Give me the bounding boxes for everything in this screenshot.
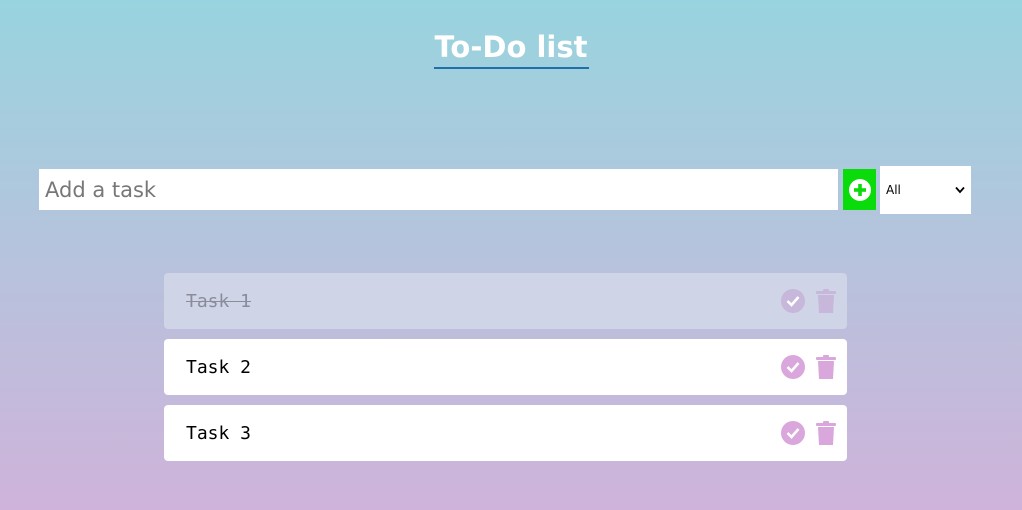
filter-selected-value: All (886, 183, 901, 197)
check-icon (786, 428, 800, 439)
task-label: Task 3 (186, 422, 252, 444)
filter-select[interactable]: All (880, 166, 971, 214)
complete-task-button[interactable] (781, 355, 805, 379)
task-item: Task 1 (164, 273, 847, 329)
delete-task-button[interactable] (815, 354, 837, 380)
task-list: Task 1 Task 2 Task 3 (164, 273, 847, 471)
add-task-button[interactable] (843, 169, 876, 210)
page-title: To-Do list (0, 28, 1022, 69)
trash-icon (816, 421, 836, 445)
check-icon (786, 362, 800, 373)
complete-task-button[interactable] (781, 421, 805, 445)
delete-task-button[interactable] (815, 420, 837, 446)
task-input[interactable] (39, 169, 838, 210)
task-label: Task 2 (186, 356, 252, 378)
page-title-text: To-Do list (433, 28, 589, 69)
task-label: Task 1 (186, 290, 252, 312)
trash-icon (816, 355, 836, 379)
task-item: Task 3 (164, 405, 847, 461)
delete-task-button[interactable] (815, 288, 837, 314)
trash-icon (816, 289, 836, 313)
task-item: Task 2 (164, 339, 847, 395)
plus-circle-icon (848, 178, 871, 201)
complete-task-button[interactable] (781, 289, 805, 313)
chevron-down-icon (955, 183, 965, 197)
check-icon (786, 296, 800, 307)
